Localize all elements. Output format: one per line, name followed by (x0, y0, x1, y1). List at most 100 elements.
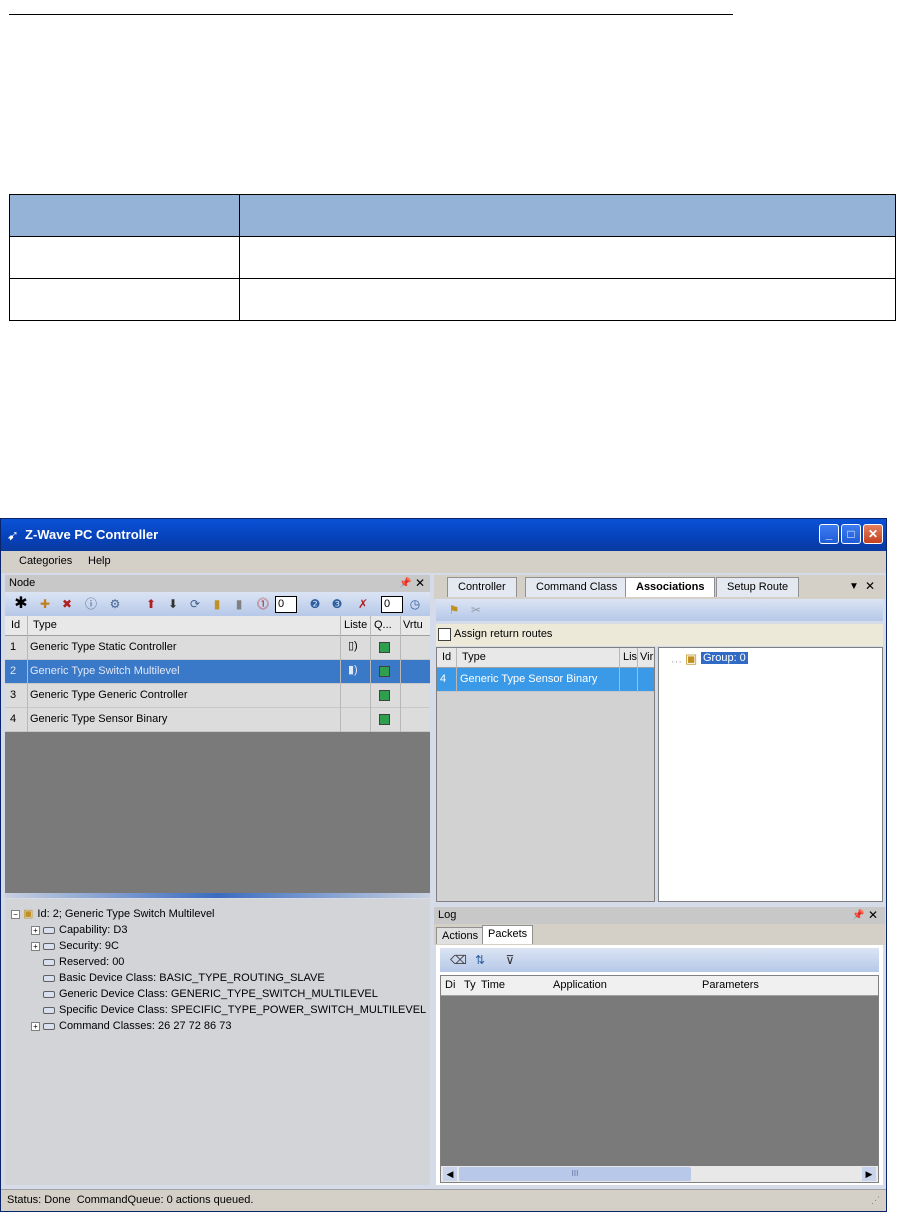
col-type[interactable]: Type (462, 651, 486, 663)
status-bar: Status: Done CommandQueue: 0 actions que… (1, 1189, 886, 1211)
tree-node-specific-class[interactable]: Specific Device Class: SPECIFIC_TYPE_POW… (43, 1002, 426, 1018)
tree-node-security[interactable]: + Security: 9C (31, 938, 119, 954)
tree-node-capability[interactable]: + Capability: D3 (31, 922, 127, 938)
tab-actions[interactable]: Actions (436, 927, 485, 944)
pin-icon[interactable]: 📌 (852, 907, 864, 924)
table-row[interactable]: 2 Generic Type Switch Multilevel ▮) (5, 660, 430, 684)
col-application[interactable]: Application (553, 979, 607, 991)
row-id: 4 (10, 713, 17, 725)
node-toolbar: ✱ ✚ ✖ ⓘ ⚙ ⬆ ⬇ ⟳ ▮ ▮ ⓵ 0 ❷ ❸ ✗ 0 ◷ (5, 592, 430, 616)
listening-icon: ▮) (348, 664, 358, 676)
down-arrow-icon[interactable]: ⬇ (165, 596, 181, 612)
table-row[interactable]: 4 Generic Type Sensor Binary (437, 668, 654, 692)
tab-command-class[interactable]: Command Class (525, 577, 629, 597)
col-listening[interactable]: Liste (344, 619, 367, 631)
close-panel-icon[interactable]: ✕ (868, 907, 878, 924)
col-queue[interactable]: Q... (374, 619, 392, 631)
tab-setup-route[interactable]: Setup Route (716, 577, 800, 597)
col-type[interactable]: Ty (464, 979, 476, 991)
assign-icon[interactable]: ❸ (329, 596, 345, 612)
spin-value-1[interactable]: 0 (275, 596, 297, 613)
node-info-icon[interactable]: ⓘ (83, 596, 99, 612)
row-id: 3 (10, 689, 17, 701)
tab-dropdown-icon[interactable]: ▼ (849, 581, 859, 592)
delete-route-icon[interactable]: ✗ (355, 596, 371, 612)
spin-value-2[interactable]: 0 (381, 596, 403, 613)
table-row[interactable]: 1 Generic Type Static Controller ▯) (5, 636, 430, 660)
restore-icon[interactable]: ▮ (231, 596, 247, 612)
document-table-header-row (9, 194, 896, 237)
remove-association-icon[interactable]: ✂ (468, 602, 484, 618)
collapse-icon[interactable]: − (11, 909, 20, 919)
assign-return-routes-checkbox[interactable] (438, 628, 451, 641)
table-cell (9, 278, 240, 321)
expand-icon[interactable]: + (31, 1021, 40, 1031)
network-dropdown-icon[interactable]: ⚙ (107, 596, 123, 612)
row-type: Generic Type Sensor Binary (460, 673, 598, 685)
tree-node-generic-class[interactable]: Generic Device Class: GENERIC_TYPE_SWITC… (43, 986, 378, 1002)
request-icon[interactable]: ❷ (307, 596, 323, 612)
horizontal-scrollbar[interactable]: ◀ III ▶ (441, 1166, 878, 1182)
col-id[interactable]: Id (11, 619, 20, 631)
tree-node-label: Generic Device Class: GENERIC_TYPE_SWITC… (59, 988, 378, 1000)
backup-icon[interactable]: ▮ (209, 596, 225, 612)
minimize-button[interactable]: _ (819, 524, 839, 544)
log-panel-title: Log (438, 909, 457, 921)
expand-icon[interactable]: + (31, 941, 40, 951)
tree-node-label: Specific Device Class: SPECIFIC_TYPE_POW… (59, 1004, 427, 1016)
tree-node-basic-class[interactable]: Basic Device Class: BASIC_TYPE_ROUTING_S… (43, 970, 325, 986)
tab-controller[interactable]: Controller (447, 577, 517, 597)
title-bar[interactable]: ➹ Z-Wave PC Controller _ □ ✕ (1, 519, 886, 551)
warning-icon[interactable]: ⓵ (255, 596, 271, 612)
filter-icon[interactable]: ⊽ (502, 952, 518, 968)
tab-close-icon[interactable]: ✕ (865, 579, 875, 593)
col-direction[interactable]: Di (445, 979, 455, 991)
tab-associations[interactable]: Associations (625, 577, 716, 597)
col-type[interactable]: Type (33, 619, 57, 631)
expand-icon[interactable]: + (31, 925, 40, 935)
log-content: ⌫ ⇅ ⊽ Di Ty Time Application Parameters … (436, 945, 883, 1185)
maximize-button[interactable]: □ (841, 524, 861, 544)
col-virtual[interactable]: Vir (640, 651, 653, 663)
table-row[interactable]: 3 Generic Type Generic Controller (5, 684, 430, 708)
col-time[interactable]: Time (481, 979, 505, 991)
close-button[interactable]: ✕ (863, 524, 883, 544)
tree-root[interactable]: − ▣ Id: 2; Generic Type Switch Multilevel (11, 906, 215, 922)
col-divider (340, 616, 341, 732)
table-cell (9, 194, 240, 237)
add-node-icon[interactable]: ✚ (37, 596, 53, 612)
scroll-left-icon[interactable]: ◀ (443, 1167, 457, 1181)
scroll-right-icon[interactable]: ▶ (862, 1167, 876, 1181)
node-icon (43, 974, 55, 982)
tree-node-command-classes[interactable]: + Command Classes: 26 27 72 86 73 (31, 1018, 231, 1034)
splitter[interactable] (5, 893, 430, 898)
menu-help[interactable]: Help (88, 555, 111, 567)
status-text: Status: Done CommandQueue: 0 actions que… (7, 1194, 254, 1206)
clear-log-icon[interactable]: ⌫ (450, 952, 467, 968)
up-arrow-icon[interactable]: ⬆ (143, 596, 159, 612)
queue-status-icon (379, 690, 390, 701)
resize-grip-icon[interactable]: ⋰ (871, 1195, 880, 1206)
close-panel-icon[interactable]: ✕ (415, 575, 425, 592)
col-parameters[interactable]: Parameters (702, 979, 759, 991)
table-row[interactable]: 4 Generic Type Sensor Binary (5, 708, 430, 732)
document-table-row (9, 278, 896, 321)
col-listening[interactable]: Lis (623, 651, 637, 663)
tree-node-reserved[interactable]: Reserved: 00 (43, 954, 124, 970)
col-virtual[interactable]: Vrtu (403, 619, 423, 631)
listening-icon: ▯) (348, 640, 358, 652)
reset-icon[interactable]: ✱ (13, 596, 29, 612)
menu-categories[interactable]: Categories (19, 555, 72, 567)
scrollbar-thumb[interactable]: III (459, 1167, 691, 1181)
tab-packets[interactable]: Packets (482, 925, 534, 944)
col-id[interactable]: Id (442, 651, 451, 663)
sort-icon[interactable]: ⇅ (472, 952, 488, 968)
remove-node-icon[interactable]: ✖ (59, 596, 75, 612)
clock-icon[interactable]: ◷ (407, 596, 423, 612)
group-label[interactable]: Group: 0 (701, 652, 748, 664)
update-icon[interactable]: ⟳ (187, 596, 203, 612)
pin-icon[interactable]: 📌 (399, 575, 411, 592)
tree-node-label: Capability: D3 (59, 924, 128, 936)
add-association-icon[interactable]: ⚑ (446, 602, 462, 618)
node-icon (43, 1006, 55, 1014)
